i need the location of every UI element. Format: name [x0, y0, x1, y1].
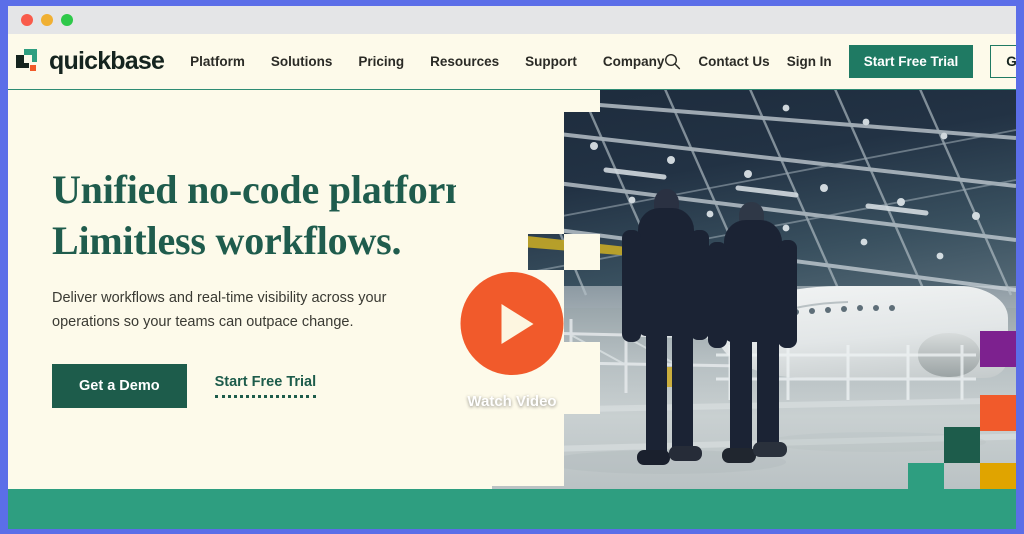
headline-line-1: Unified no-code platform. — [52, 167, 489, 212]
play-icon — [501, 303, 534, 344]
play-button[interactable] — [460, 272, 564, 375]
maximize-window-button[interactable] — [61, 14, 73, 26]
watch-video-control[interactable]: Watch Video — [460, 272, 564, 410]
worker-2-shoe-right — [753, 442, 787, 457]
nav-start-free-trial-button[interactable]: Start Free Trial — [848, 45, 974, 78]
hero-cta-row: Get a Demo Start Free Trial — [52, 364, 502, 409]
worker-1-arm-right — [690, 230, 709, 340]
dark-green-block — [944, 427, 980, 463]
hero-subcopy: Deliver workflows and real-time visibili… — [52, 290, 387, 330]
nav-sign-in[interactable]: Sign In — [787, 54, 832, 69]
worker-2-arm-left — [708, 242, 727, 348]
primary-nav: Platform Solutions Pricing Resources Sup… — [190, 54, 664, 69]
minimize-window-button[interactable] — [41, 14, 53, 26]
search-icon[interactable] — [664, 53, 681, 70]
nav-contact-us[interactable]: Contact Us — [698, 54, 769, 69]
browser-titlebar — [8, 6, 1016, 34]
nav-item-support[interactable]: Support — [525, 54, 577, 69]
hero-section: Watch Video Unified no-code platform. Li… — [8, 90, 1016, 529]
worker-2-arm-right — [778, 240, 797, 348]
nav-item-resources[interactable]: Resources — [430, 54, 499, 69]
worker-2-leg-right — [757, 336, 779, 454]
browser-window: quickbase Platform Solutions Pricing Res… — [8, 6, 1016, 529]
close-window-button[interactable] — [21, 14, 33, 26]
nav-item-platform[interactable]: Platform — [190, 54, 245, 69]
quickbase-logo-icon — [16, 49, 41, 74]
worker-2-torso — [724, 220, 782, 342]
nav-get-a-demo-button[interactable]: Get a Demo — [990, 45, 1016, 78]
purple-block — [980, 331, 1016, 367]
orange-block — [980, 395, 1016, 431]
worker-1-arm-left — [622, 230, 641, 342]
site-navbar: quickbase Platform Solutions Pricing Res… — [8, 34, 1016, 90]
hero-get-a-demo-button[interactable]: Get a Demo — [52, 364, 187, 409]
watch-video-label[interactable]: Watch Video — [467, 393, 556, 410]
footer-bar — [8, 489, 1016, 529]
quickbase-logo-text: quickbase — [49, 47, 165, 75]
worker-1-shoe-left — [637, 450, 670, 465]
secondary-nav: Contact Us Sign In Start Free Trial Get … — [664, 45, 1016, 78]
worker-1-torso — [638, 208, 694, 336]
quickbase-logo[interactable]: quickbase — [16, 47, 165, 76]
nav-item-company[interactable]: Company — [603, 54, 665, 69]
page-title: Unified no-code platform. Limitless work… — [52, 164, 502, 266]
nav-item-pricing[interactable]: Pricing — [358, 54, 404, 69]
nav-item-solutions[interactable]: Solutions — [271, 54, 333, 69]
hero-copy: Unified no-code platform. Limitless work… — [52, 164, 502, 409]
hero-start-free-trial-link[interactable]: Start Free Trial — [214, 374, 317, 399]
worker-2-leg-left — [730, 336, 752, 458]
worker-1-leg-right — [672, 330, 693, 455]
worker-1-leg-left — [646, 330, 667, 458]
worker-1-shoe-right — [669, 446, 702, 461]
headline-line-2: Limitless workflows. — [52, 218, 402, 264]
worker-2-shoe-left — [722, 448, 756, 463]
